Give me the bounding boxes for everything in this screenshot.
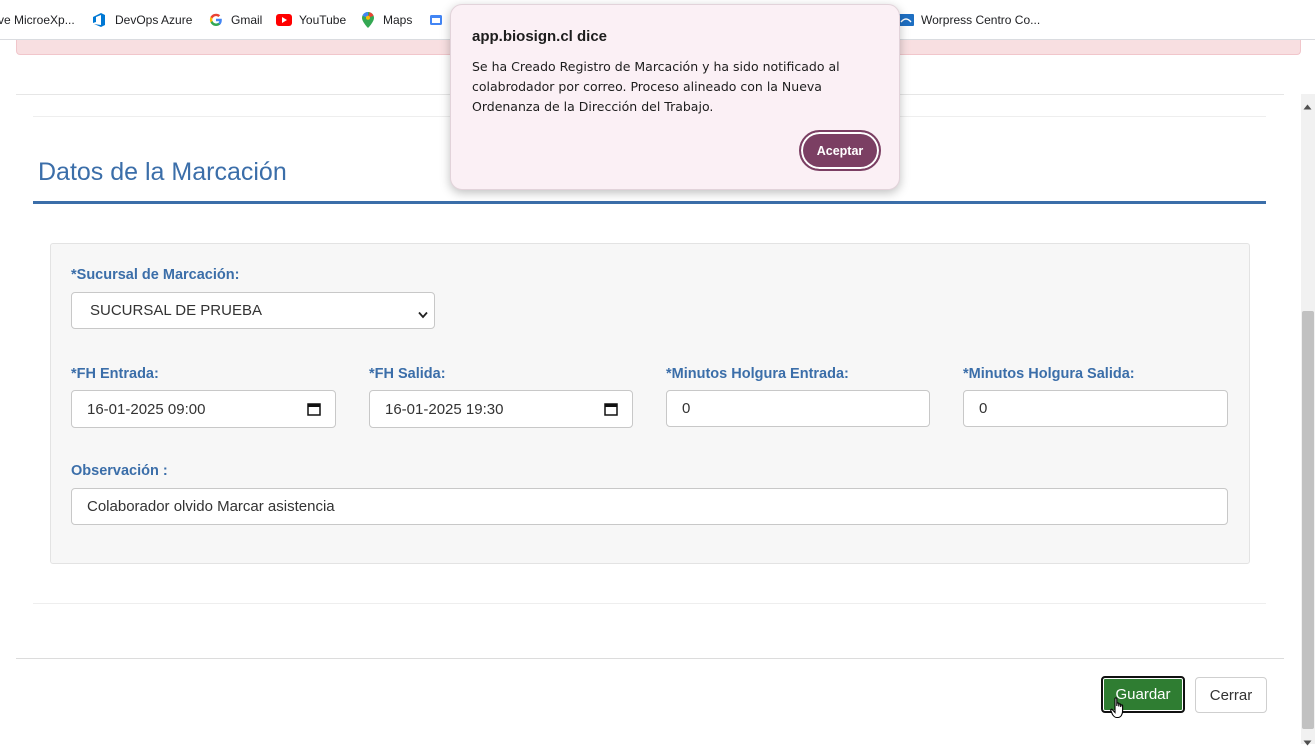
holgura-entrada-input[interactable]: 0 <box>666 390 930 427</box>
app-icon <box>428 12 444 28</box>
dialog-message: Se ha Creado Registro de Marcación y ha … <box>472 59 840 114</box>
bookmark-label: DevOps Azure <box>115 13 193 27</box>
sucursal-label: *Sucursal de Marcación: <box>71 267 240 283</box>
fh-entrada-value: 16-01-2025 09:00 <box>87 400 206 418</box>
holgura-salida-label: *Minutos Holgura Salida: <box>963 366 1135 382</box>
hand-cursor-icon <box>1110 697 1126 724</box>
chevron-down-icon <box>418 306 428 323</box>
sucursal-value: SUCURSAL DE PRUEBA <box>90 302 262 319</box>
azure-devops-icon <box>92 12 108 28</box>
bookmark-label: ve MicroeXp... <box>0 13 75 27</box>
google-icon <box>208 12 224 28</box>
bookmark-wordpress[interactable]: Worpress Centro Co... <box>898 11 1040 29</box>
divider <box>33 603 1266 604</box>
alert-dialog: app.biosign.cl dice Se ha Creado Registr… <box>450 4 900 190</box>
bookmark-label: YouTube <box>299 13 347 27</box>
sucursal-select[interactable]: SUCURSAL DE PRUEBA <box>71 292 435 329</box>
fh-salida-input[interactable]: 16-01-2025 19:30 <box>369 390 633 428</box>
bookmark-devops-azure[interactable]: DevOps Azure <box>92 11 192 29</box>
holgura-entrada-label: *Minutos Holgura Entrada: <box>666 366 849 382</box>
bookmark-app[interactable] <box>428 11 451 29</box>
holgura-salida-input[interactable]: 0 <box>963 390 1228 427</box>
bookmark-gmail[interactable]: Gmail <box>208 11 262 29</box>
section-title: Datos de la Marcación <box>38 158 287 186</box>
calendar-icon[interactable] <box>604 402 618 420</box>
fh-salida-label: *FH Salida: <box>369 366 446 382</box>
observacion-input[interactable]: Colaborador olvido Marcar asistencia <box>71 488 1228 525</box>
wordpress-site-icon <box>898 12 914 28</box>
bookmark-label: Worpress Centro Co... <box>921 13 1041 27</box>
footer-divider <box>16 658 1284 659</box>
scroll-up-arrow-icon[interactable] <box>1303 97 1312 115</box>
observacion-label: Observación : <box>71 463 168 479</box>
fh-entrada-label: *FH Entrada: <box>71 366 159 382</box>
maps-pin-icon <box>360 12 376 28</box>
calendar-icon[interactable] <box>307 402 321 420</box>
scroll-down-arrow-icon[interactable] <box>1303 733 1312 751</box>
bookmark-label: Gmail <box>231 13 263 27</box>
close-button[interactable]: Cerrar <box>1195 677 1267 713</box>
holgura-salida-value: 0 <box>979 400 988 417</box>
bookmark-label: Maps <box>383 13 413 27</box>
bookmark-youtube[interactable]: YouTube <box>276 11 346 29</box>
fh-entrada-input[interactable]: 16-01-2025 09:00 <box>71 390 336 428</box>
holgura-entrada-value: 0 <box>682 400 691 417</box>
accept-button[interactable]: Aceptar <box>799 130 881 171</box>
observacion-value: Colaborador olvido Marcar asistencia <box>87 498 335 515</box>
youtube-icon <box>276 12 292 28</box>
fh-salida-value: 16-01-2025 19:30 <box>385 400 504 418</box>
dialog-title: app.biosign.cl dice <box>472 28 608 45</box>
bookmark-maps[interactable]: Maps <box>360 11 412 29</box>
section-underline <box>33 201 1266 204</box>
scrollbar-thumb[interactable] <box>1302 311 1314 729</box>
bookmark-microexp[interactable]: ve MicroeXp... <box>0 11 75 29</box>
